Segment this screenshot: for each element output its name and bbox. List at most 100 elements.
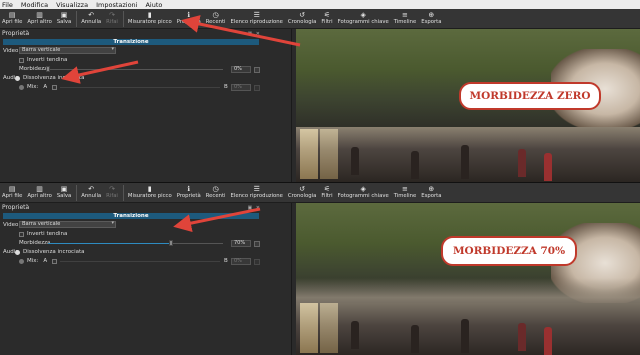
mix-row: Mix: A <box>19 84 60 90</box>
invert-label: Inverti tendina <box>27 231 68 237</box>
mix-reset-button[interactable] <box>254 259 260 265</box>
softness-reset-button[interactable] <box>254 67 260 73</box>
toolbar-label: Cronologia <box>287 19 317 25</box>
video-transition-select[interactable]: Barra verticale <box>19 47 116 54</box>
toolbar-label: Misuratore picco <box>127 19 172 25</box>
editor-pane-bottom: ▤ Apri file ▥ Apri altro ▣ Salva ↶ Annul… <box>0 182 640 355</box>
toolbar-label: Elenco riproduzione <box>230 193 283 199</box>
toolbar-label: Recenti <box>205 19 226 25</box>
mix-a-checkbox[interactable] <box>52 258 58 264</box>
toolbar-label: Filtri <box>321 19 333 25</box>
mix-slider-track[interactable] <box>60 261 220 262</box>
mix-value-field[interactable]: 0% <box>231 258 251 265</box>
mix-value-field[interactable]: 0% <box>231 84 251 91</box>
softness-row: Morbidezza <box>19 240 50 246</box>
toolbar-info-button[interactable]: ℹ Proprietà <box>177 9 201 26</box>
toolbar-clock-button[interactable]: ◷ Recenti <box>206 183 226 200</box>
toolbar-label: Rifai <box>106 19 118 25</box>
invert-checkbox[interactable] <box>19 57 24 63</box>
softness-slider-handle[interactable] <box>46 66 50 72</box>
toolbar-info-button[interactable]: ℹ Proprietà <box>177 183 201 200</box>
crossfade-radio[interactable] <box>15 75 20 81</box>
toolbar-separator <box>122 11 124 27</box>
softness-slider-handle[interactable] <box>168 240 173 246</box>
toolbar-save-button[interactable]: ▣ Salva <box>57 183 71 200</box>
mix-slider-track[interactable] <box>60 87 220 88</box>
toolbar-export-button[interactable]: ⊕ Esporta <box>421 183 441 200</box>
properties-header: Proprietà ▣ ✕ <box>0 203 291 212</box>
video-label: Video <box>3 47 19 54</box>
mix-radio[interactable] <box>19 84 24 90</box>
menu-help[interactable]: Aiuto <box>145 1 162 9</box>
preview-person <box>351 147 359 175</box>
peak-meter-icon: ▮ <box>147 185 152 193</box>
preview-person <box>461 319 469 353</box>
invert-checkbox[interactable] <box>19 231 24 237</box>
toolbar-undo-button[interactable]: ↶ Annulla <box>81 9 101 26</box>
toolbar-timeline-button[interactable]: ≡ Timeline <box>394 9 417 26</box>
mix-radio[interactable] <box>19 258 24 264</box>
toolbar-label: Cronologia <box>287 193 317 199</box>
panel-window-buttons[interactable]: ▣ ✕ <box>247 31 261 37</box>
mix-a-checkbox[interactable] <box>52 84 58 90</box>
toolbar-separator <box>122 185 124 201</box>
softness-value-field[interactable]: 70% <box>231 240 251 247</box>
toolbar-playlist-button[interactable]: ☰ Elenco riproduzione <box>231 9 283 26</box>
crossfade-radio[interactable] <box>15 249 20 255</box>
properties-panel: Proprietà ▣ ✕ Transizione Video Barra ve… <box>0 203 292 355</box>
toolbar-peak-meter-button[interactable]: ▮ Misuratore picco <box>128 183 172 200</box>
menu-settings[interactable]: Impostazioni <box>96 1 137 9</box>
folder-icon: ▤ <box>8 185 16 193</box>
export-icon: ⊕ <box>428 11 435 19</box>
toolbar-filter-button[interactable]: ⚟ Filtri <box>321 183 332 200</box>
toolbar-folder-button[interactable]: ▤ Apri file <box>2 183 22 200</box>
invert-row: Inverti tendina <box>19 57 67 63</box>
toolbar-save-button[interactable]: ▣ Salva <box>57 9 71 26</box>
open-other-icon: ▥ <box>36 185 43 193</box>
preview-person <box>518 149 526 177</box>
softness-slider-track[interactable] <box>48 69 223 70</box>
mix-reset-button[interactable] <box>254 85 260 91</box>
audio-label: Audio <box>3 249 19 255</box>
toolbar-playlist-button[interactable]: ☰ Elenco riproduzione <box>231 183 283 200</box>
menu-file[interactable]: File <box>2 1 13 9</box>
toolbar-open-other-button[interactable]: ▥ Apri altro <box>27 183 51 200</box>
export-icon: ⊕ <box>428 185 435 193</box>
transition-section-title: Transizione <box>3 39 259 45</box>
toolbar-redo-button[interactable]: ↷ Rifai <box>106 183 118 200</box>
toolbar-clock-button[interactable]: ◷ Recenti <box>206 9 226 26</box>
toolbar-label: Timeline <box>393 193 417 199</box>
preview-person <box>461 145 469 179</box>
open-other-icon: ▥ <box>36 11 43 19</box>
video-transition-select[interactable]: Barra verticale <box>19 221 116 228</box>
preview-person <box>544 153 552 181</box>
keyframes-icon: ◈ <box>360 185 366 193</box>
undo-icon: ↶ <box>88 185 95 193</box>
toolbar-filter-button[interactable]: ⚟ Filtri <box>321 9 332 26</box>
toolbar-undo-button[interactable]: ↶ Annulla <box>81 183 101 200</box>
toolbar-keyframes-button[interactable]: ◈ Fotogrammi chiave <box>338 183 389 200</box>
transition-section-title: Transizione <box>3 213 259 219</box>
menu-edit[interactable]: Modifica <box>21 1 48 9</box>
toolbar-history-button[interactable]: ↺ Cronologia <box>288 183 316 200</box>
softness-reset-button[interactable] <box>254 241 260 247</box>
toolbar-peak-meter-button[interactable]: ▮ Misuratore picco <box>128 9 172 26</box>
toolbar-redo-button[interactable]: ↷ Rifai <box>106 9 118 26</box>
toolbar-export-button[interactable]: ⊕ Esporta <box>421 9 441 26</box>
annotation-callout: MORBIDEZZA ZERO <box>459 82 601 110</box>
toolbar-history-button[interactable]: ↺ Cronologia <box>288 9 316 26</box>
toolbar-label: Elenco riproduzione <box>230 19 283 25</box>
annotation-callout: MORBIDEZZA 70% <box>441 236 577 266</box>
softness-value-field[interactable]: 0% <box>231 66 251 73</box>
softness-label: Morbidezza <box>19 240 51 246</box>
info-icon: ℹ <box>187 185 191 193</box>
menu-view[interactable]: Visualizza <box>56 1 88 9</box>
toolbar-keyframes-button[interactable]: ◈ Fotogrammi chiave <box>338 9 389 26</box>
toolbar-folder-button[interactable]: ▤ Apri file <box>2 9 22 26</box>
toolbar-timeline-button[interactable]: ≡ Timeline <box>394 183 417 200</box>
toolbar-label: Apri file <box>2 19 23 25</box>
toolbar-label: Misuratore picco <box>127 193 172 199</box>
panel-window-buttons[interactable]: ▣ ✕ <box>247 205 261 211</box>
toolbar-open-other-button[interactable]: ▥ Apri altro <box>27 9 51 26</box>
mix-a-label: A <box>43 258 48 264</box>
